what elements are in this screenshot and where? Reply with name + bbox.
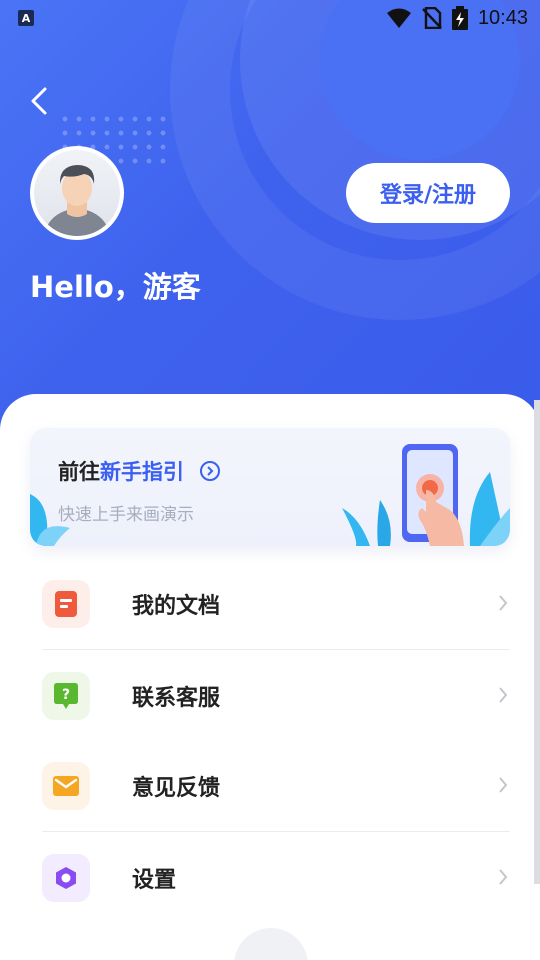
guide-title: 前往 新手指引 (58, 456, 220, 486)
menu-icon-bg (42, 580, 90, 628)
svg-text:?: ? (62, 687, 70, 703)
beginner-guide-card[interactable]: 前往 新手指引 快速上手来画演示 (30, 428, 510, 546)
circle-chevron-right-icon (200, 461, 220, 481)
document-icon (55, 591, 77, 617)
settings-hexagon-icon (56, 867, 76, 889)
menu-item-contact-support[interactable]: ? 联系客服 (42, 652, 510, 740)
divider (42, 831, 510, 832)
phone-tap-illustration-icon (342, 444, 510, 546)
divider (42, 649, 510, 650)
chevron-right-icon (499, 687, 508, 703)
menu-label: 意见反馈 (132, 776, 221, 801)
back-button[interactable] (24, 84, 54, 118)
menu-item-my-documents[interactable]: 我的文档 (42, 560, 510, 648)
menu-label: 设置 (132, 868, 177, 893)
menu-icon-bg (42, 854, 90, 902)
menu-item-feedback[interactable]: 意见反馈 (42, 742, 510, 830)
menu-icon-bg (42, 762, 90, 810)
status-bar: A 10:43 (0, 0, 540, 36)
app-notification-icon: A (18, 10, 34, 26)
guide-title-highlight: 新手指引 (100, 460, 184, 484)
chevron-right-icon (499, 869, 508, 885)
menu-item-settings[interactable]: 设置 (42, 834, 510, 922)
greeting-text: Hello，游客 (30, 270, 201, 304)
user-avatar-icon (44, 165, 110, 236)
scrollbar[interactable] (534, 400, 540, 884)
menu-label: 我的文档 (132, 594, 221, 619)
chevron-right-icon (499, 777, 508, 793)
mail-icon (53, 776, 79, 796)
avatar-image (34, 150, 120, 236)
login-register-button[interactable]: 登录/注册 (346, 163, 510, 223)
wifi-icon (386, 8, 411, 28)
guide-title-prefix: 前往 (58, 460, 100, 484)
chevron-right-icon (499, 595, 508, 611)
avatar[interactable] (30, 146, 124, 240)
menu-icon-bg: ? (42, 672, 90, 720)
menu-label: 联系客服 (132, 686, 221, 711)
status-time: 10:43 (477, 6, 528, 29)
no-sim-icon (422, 7, 442, 29)
chevron-left-icon (31, 87, 47, 115)
battery-charging-icon (451, 6, 468, 30)
help-chat-icon: ? (54, 683, 78, 709)
guide-subtitle: 快速上手来画演示 (58, 505, 194, 525)
